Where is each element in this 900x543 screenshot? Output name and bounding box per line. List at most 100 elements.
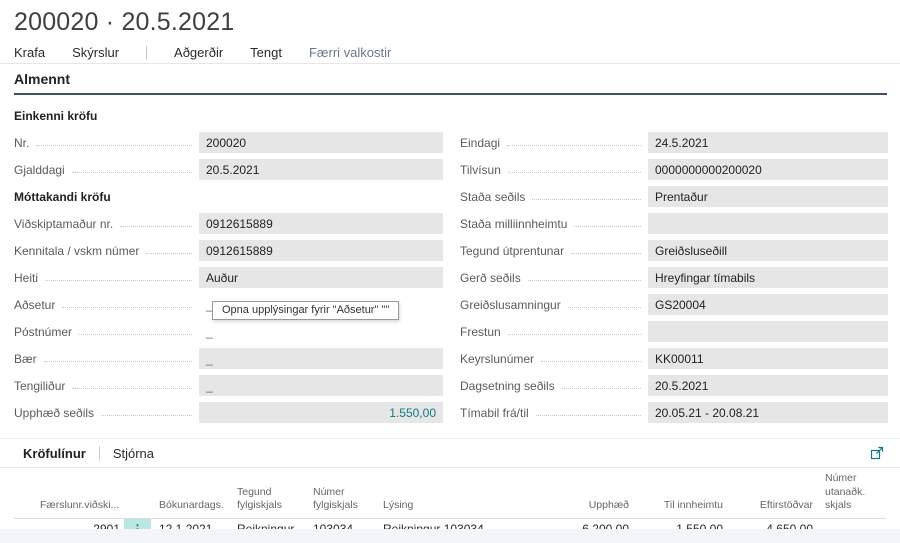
- field-value-nr[interactable]: 200020: [199, 132, 443, 153]
- field-label-stada-sedils: Staða seðils: [460, 190, 525, 204]
- column-header-external-no[interactable]: Númer utanaðk. skjals: [817, 468, 886, 518]
- field-frestun: Frestun: [460, 318, 888, 345]
- column-header-posting-date[interactable]: Bókunardags.: [151, 468, 229, 518]
- field-stada-sedils: Staða seðils Prentaður: [460, 183, 888, 210]
- column-header-doc-type[interactable]: Tegund fylgiskjals: [229, 468, 305, 518]
- dotted-leader: [528, 280, 641, 281]
- menu-adgerdir[interactable]: Aðgerðir: [174, 45, 223, 60]
- field-label-baer: Bær: [14, 352, 37, 366]
- section-almennt-header[interactable]: Almennt: [14, 71, 887, 95]
- column-header-doc-no[interactable]: Númer fylgiskjals: [305, 468, 375, 518]
- field-label-tengilidur: Tengiliður: [14, 379, 65, 393]
- field-gjalddagi: Gjalddagi 20.5.2021: [14, 156, 443, 183]
- field-value-greidslusamningur[interactable]: GS20004: [648, 294, 888, 315]
- field-value-tegund-utprentunar[interactable]: Greiðsluseðill: [648, 240, 888, 261]
- focus-mode-icon[interactable]: [868, 444, 886, 462]
- field-label-adsetur: Aðsetur: [14, 298, 55, 312]
- field-label-frestun: Frestun: [460, 325, 501, 339]
- field-eindagi: Eindagi 24.5.2021: [460, 129, 888, 156]
- menu-krafa[interactable]: Krafa: [14, 45, 45, 60]
- field-keyrslunumer: Keyrslunúmer KK00011: [460, 345, 888, 372]
- field-label-timabil: Tímabil frá/til: [460, 406, 529, 420]
- menu-skyrslur[interactable]: Skýrslur: [72, 45, 119, 60]
- field-label-heiti: Heiti: [14, 271, 38, 285]
- field-greidslusamningur: Greiðslusamningur GS20004: [460, 291, 888, 318]
- field-value-keyrslunumer[interactable]: KK00011: [648, 348, 888, 369]
- field-value-kennitala[interactable]: 0912615889: [199, 240, 443, 261]
- table-header-row: Færslunr.viðski... Bókunardags. Tegund f…: [14, 468, 886, 518]
- form-column-left: Einkenni kröfu Nr. 200020 Gjalddagi 20.5…: [14, 102, 443, 426]
- field-value-baer[interactable]: _: [199, 348, 443, 369]
- dotted-leader: [541, 361, 641, 362]
- field-baer: Bær _: [14, 345, 443, 372]
- field-vidskiptamadur-nr: Viðskiptamaður nr. 0912615889: [14, 210, 443, 237]
- tab-krofulinur[interactable]: Kröfulínur: [14, 446, 86, 461]
- field-label-stada-milliinnheimtu: Staða milliinnheimtu: [460, 217, 567, 231]
- field-label-gerd-sedils: Gerð seðils: [460, 271, 521, 285]
- dotted-leader: [507, 145, 641, 146]
- column-header-description[interactable]: Lýsing: [375, 468, 539, 518]
- field-upphaed-sedils: Upphæð seðils 1.550,00: [14, 399, 443, 426]
- field-label-upphaed-sedils: Upphæð seðils: [14, 406, 94, 420]
- field-tegund-utprentunar: Tegund útprentunar Greiðsluseðill: [460, 237, 888, 264]
- field-value-tilvisun[interactable]: 0000000000200020: [648, 159, 888, 180]
- dotted-leader: [45, 280, 192, 281]
- field-value-heiti[interactable]: Auður: [199, 267, 443, 288]
- dotted-leader: [72, 172, 192, 173]
- group-mottakandi-krofu: Móttakandi kröfu: [14, 183, 443, 210]
- menu-tengt[interactable]: Tengt: [250, 45, 282, 60]
- field-tilvisun: Tilvísun 0000000000200020: [460, 156, 888, 183]
- form-column-right: Eindagi 24.5.2021 Tilvísun 0000000000200…: [460, 129, 888, 426]
- field-label-gjalddagi: Gjalddagi: [14, 163, 65, 177]
- dotted-leader: [120, 226, 192, 227]
- column-header-to-collect[interactable]: Til innheimtu: [633, 468, 727, 518]
- field-postnumer: Póstnúmer _: [14, 318, 443, 345]
- page-background-strip: [0, 529, 900, 543]
- dotted-leader: [508, 172, 641, 173]
- field-label-kennitala: Kennitala / vskm númer: [14, 244, 139, 258]
- field-heiti: Heiti Auður: [14, 264, 443, 291]
- group-einkenni-krofu: Einkenni kröfu: [14, 102, 443, 129]
- field-value-gerd-sedils[interactable]: Hreyfingar tímabils: [648, 267, 888, 288]
- field-label-eindagi: Eindagi: [460, 136, 500, 150]
- dotted-leader: [72, 388, 192, 389]
- menu-faerri-valkostir[interactable]: Færri valkostir: [309, 45, 391, 60]
- field-label-greidslusamningur: Greiðslusamningur: [460, 298, 561, 312]
- field-value-stada-milliinnheimtu[interactable]: [648, 213, 888, 234]
- action-bar: Krafa Skýrslur Aðgerðir Tengt Færri valk…: [0, 42, 900, 64]
- menu-divider: [146, 46, 147, 60]
- field-value-postnumer[interactable]: _: [199, 321, 443, 342]
- field-label-tilvisun: Tilvísun: [460, 163, 501, 177]
- page-title: 200020 · 20.5.2021: [14, 8, 234, 37]
- field-value-vidskiptamadur[interactable]: 0912615889: [199, 213, 443, 234]
- dotted-leader: [508, 334, 641, 335]
- field-value-gjalddagi[interactable]: 20.5.2021: [199, 159, 443, 180]
- dotted-leader: [574, 226, 641, 227]
- field-nr: Nr. 200020: [14, 129, 443, 156]
- field-dagsetning-sedils: Dagsetning seðils 20.5.2021: [460, 372, 888, 399]
- field-label-postnumer: Póstnúmer: [14, 325, 72, 339]
- column-header-arrow: [14, 468, 40, 518]
- field-timabil: Tímabil frá/til 20.05.21 - 20.08.21: [460, 399, 888, 426]
- field-value-frestun[interactable]: [648, 321, 888, 342]
- column-header-amount[interactable]: Upphæð: [539, 468, 633, 518]
- menu-stjorna[interactable]: Stjórna: [113, 446, 154, 461]
- field-value-dagsetning-sedils[interactable]: 20.5.2021: [648, 375, 888, 396]
- field-kennitala: Kennitala / vskm númer 0912615889: [14, 237, 443, 264]
- field-value-timabil[interactable]: 20.05.21 - 20.08.21: [648, 402, 888, 423]
- field-value-stada-sedils[interactable]: Prentaður: [648, 186, 888, 207]
- dotted-leader: [562, 388, 641, 389]
- field-value-tengilidur[interactable]: _: [199, 375, 443, 396]
- dotted-leader: [36, 145, 192, 146]
- column-header-remaining[interactable]: Eftirstöðvar: [727, 468, 817, 518]
- field-value-upphaed-sedils[interactable]: 1.550,00: [199, 402, 443, 423]
- dotted-leader: [79, 334, 192, 335]
- column-header-entry-no[interactable]: Færslunr.viðski...: [40, 468, 124, 518]
- dotted-leader: [571, 253, 641, 254]
- dotted-leader: [146, 253, 192, 254]
- field-value-eindagi[interactable]: 24.5.2021: [648, 132, 888, 153]
- field-gerd-sedils: Gerð seðils Hreyfingar tímabils: [460, 264, 888, 291]
- column-header-options: [124, 468, 151, 518]
- dotted-leader: [101, 415, 192, 416]
- dotted-leader: [568, 307, 641, 308]
